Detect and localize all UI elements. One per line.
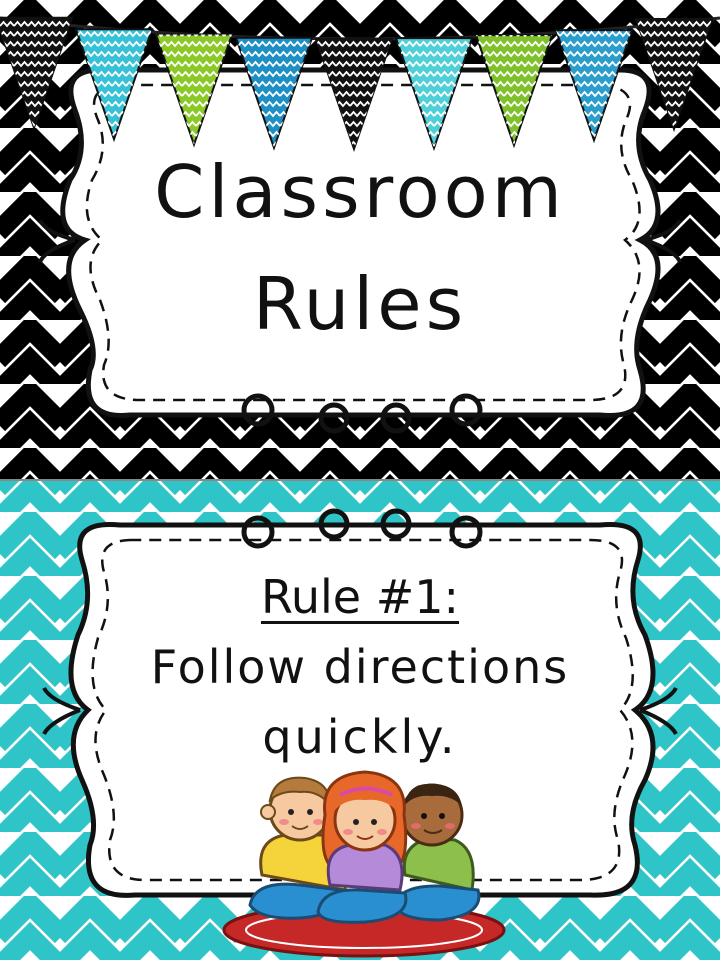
poster-artwork <box>0 0 720 960</box>
rule-number-label: Rule #1: <box>260 570 460 624</box>
poster-title-line-1: Classroom <box>154 150 566 234</box>
rule-text-line-1: Follow directions <box>150 640 570 694</box>
rule-text-line-2: quickly. <box>262 710 458 764</box>
classroom-rules-poster: Classroom Rules Rule #1: Follow directio… <box>0 0 720 960</box>
rule-heading: Rule #1: <box>0 570 720 624</box>
child-middle <box>316 770 408 924</box>
poster-title-line-2: Rules <box>252 262 468 346</box>
